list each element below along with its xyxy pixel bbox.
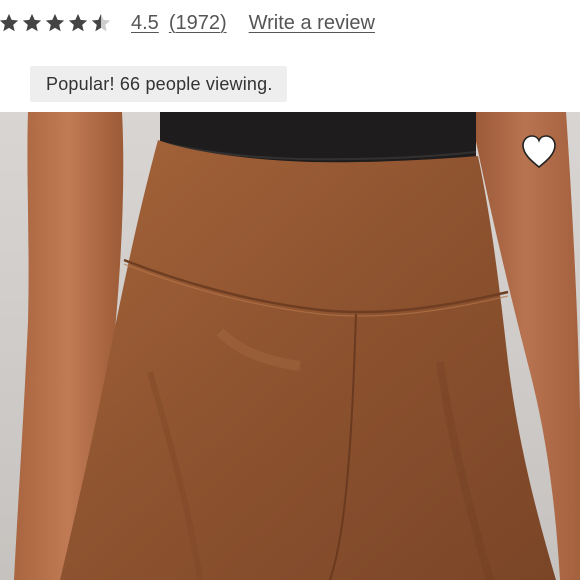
popularity-badge-text: Popular! 66 people viewing. <box>46 73 273 94</box>
heart-icon <box>522 135 556 169</box>
favorite-button[interactable] <box>519 132 559 172</box>
product-photo-illustration <box>0 112 580 580</box>
star-icon <box>91 13 111 32</box>
star-rating <box>0 0 113 46</box>
star-icon <box>22 13 42 32</box>
star-icon <box>0 13 19 32</box>
review-count-link[interactable]: (1972) <box>169 12 227 35</box>
write-review-link[interactable]: Write a review <box>249 12 375 35</box>
rating-row: 4.5 (1972) Write a review <box>0 0 580 46</box>
star-icon <box>45 13 65 32</box>
popularity-badge: Popular! 66 people viewing. <box>30 66 287 102</box>
star-icon <box>68 13 88 32</box>
product-photo[interactable] <box>0 112 580 580</box>
rating-value[interactable]: 4.5 <box>131 12 159 35</box>
